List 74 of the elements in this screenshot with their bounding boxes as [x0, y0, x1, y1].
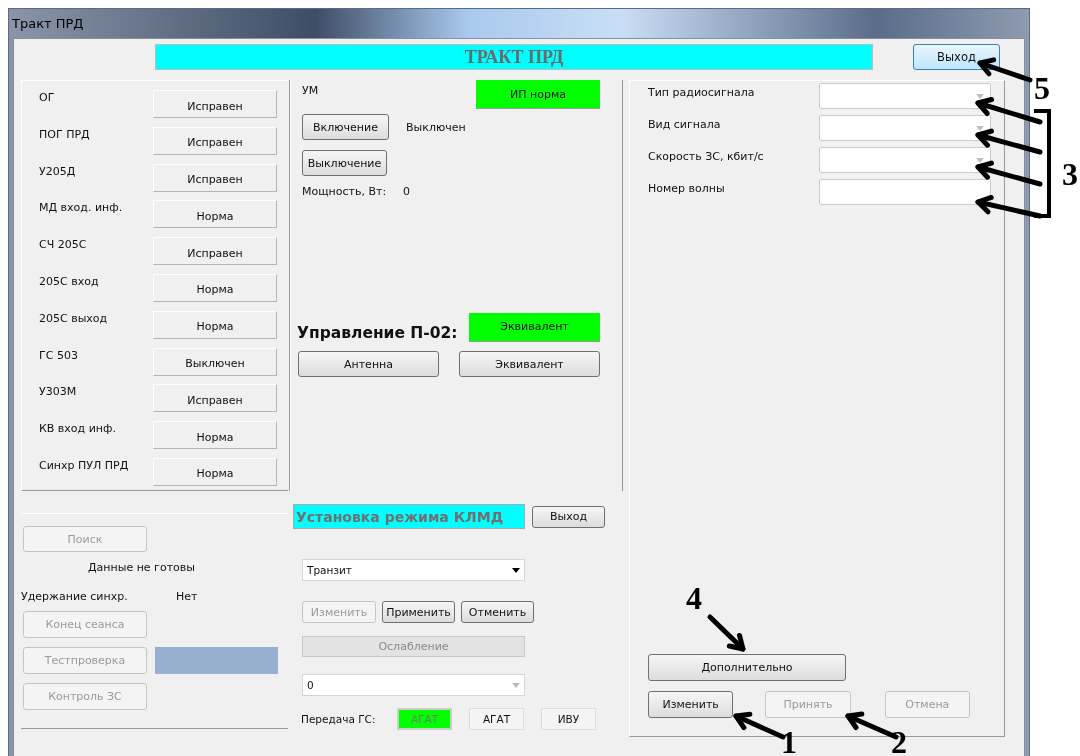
power-value: 0	[403, 185, 411, 198]
parameter-label: Номер волны	[648, 181, 726, 195]
mode-select[interactable]: Транзит	[302, 559, 525, 581]
annotation-arrow	[975, 97, 1043, 125]
transfer-option[interactable]: ИВУ	[541, 708, 596, 730]
annotation-arrow	[975, 160, 1043, 187]
device-label: 205С вход	[39, 274, 100, 290]
sync-value: Нет	[176, 590, 198, 603]
device-status: Норма	[153, 457, 277, 486]
more-button[interactable]: Дополнительно	[648, 654, 846, 681]
annotation-number: 3	[1062, 158, 1078, 190]
parameter-input[interactable]	[819, 179, 991, 205]
mode-button[interactable]: Отменить	[461, 601, 534, 623]
exit-button[interactable]: Выход	[913, 44, 1000, 70]
device-status: Исправен	[153, 237, 277, 266]
p02-button[interactable]: Эквивалент	[459, 351, 600, 377]
page-title: ТРАКТ ПРД	[155, 44, 873, 70]
caret-icon	[976, 125, 984, 131]
p02-button[interactable]: Антенна	[298, 351, 439, 377]
device-status: Норма	[153, 310, 277, 339]
annotation-arrow	[975, 128, 1043, 155]
p02-label: Управление П-02:	[297, 324, 458, 342]
transfer-label: Передача ГС:	[301, 713, 377, 725]
caret-icon	[976, 157, 984, 163]
attenuation-select[interactable]: 0	[302, 674, 525, 696]
transfer-option[interactable]: АГАТ	[469, 708, 524, 730]
annotation-number: 4	[686, 582, 702, 614]
annotation-number: 2	[891, 726, 907, 756]
power-off-button[interactable]: Выключение	[302, 150, 387, 176]
caret-icon	[512, 567, 520, 573]
power-state: Выключен	[406, 120, 466, 134]
window-title: Тракт ПРД	[12, 16, 84, 31]
parameter-label: Вид сигнала	[648, 117, 722, 131]
device-label: ОГ	[39, 90, 56, 106]
device-status: Исправен	[153, 163, 277, 192]
annotation-arrow	[707, 614, 746, 652]
device-label: У205Д	[39, 163, 77, 180]
device-status: Исправен	[153, 126, 277, 155]
mode-button[interactable]: Применить	[382, 601, 455, 623]
amplifier-label: УМ	[302, 84, 319, 99]
power-label: Мощность, Вт:	[302, 185, 387, 198]
device-label: Синхр ПУЛ ПРД	[39, 457, 130, 474]
sync-label: Удержание синхр.	[21, 590, 129, 603]
parameter-select[interactable]	[819, 83, 991, 109]
device-label: СЧ 205С	[39, 237, 88, 254]
device-status: Норма	[153, 274, 277, 302]
parameter-select[interactable]	[819, 115, 991, 141]
device-label: ПОГ ПРД	[39, 126, 91, 143]
power-indicator: ИП норма	[476, 80, 600, 109]
device-label: 205С выход	[39, 310, 109, 327]
p02-indicator: Эквивалент	[469, 312, 600, 342]
device-label: ГС 503	[39, 347, 79, 364]
device-label: У303М	[39, 384, 78, 401]
device-label: КВ вход инф.	[39, 421, 117, 438]
exit-button[interactable]: Выход	[532, 505, 605, 528]
power-on-button[interactable]: Включение	[302, 114, 389, 140]
annotation-arrow	[975, 195, 1043, 219]
annotation-number: 1	[781, 726, 797, 756]
device-label: МД вход. инф.	[39, 200, 124, 217]
device-status: Норма	[153, 200, 277, 229]
annotation-number: 5	[1034, 72, 1050, 104]
data-status: Данные не готовы	[88, 561, 196, 574]
parameter-select[interactable]	[819, 147, 991, 173]
caret-icon	[976, 93, 984, 99]
parameter-label: Тип радиосигнала	[648, 85, 756, 99]
action-button[interactable]: Изменить	[648, 691, 734, 718]
device-status: Исправен	[153, 90, 277, 118]
annotation-arrow	[977, 57, 1033, 83]
device-status: Выключен	[153, 347, 277, 376]
device-status: Исправен	[153, 384, 277, 413]
caret-icon	[512, 682, 520, 688]
mode-title: Установка режима КЛМД	[293, 504, 525, 529]
device-status: Норма	[153, 421, 277, 450]
parameter-label: Скорость ЗС, кбит/с	[648, 149, 765, 163]
